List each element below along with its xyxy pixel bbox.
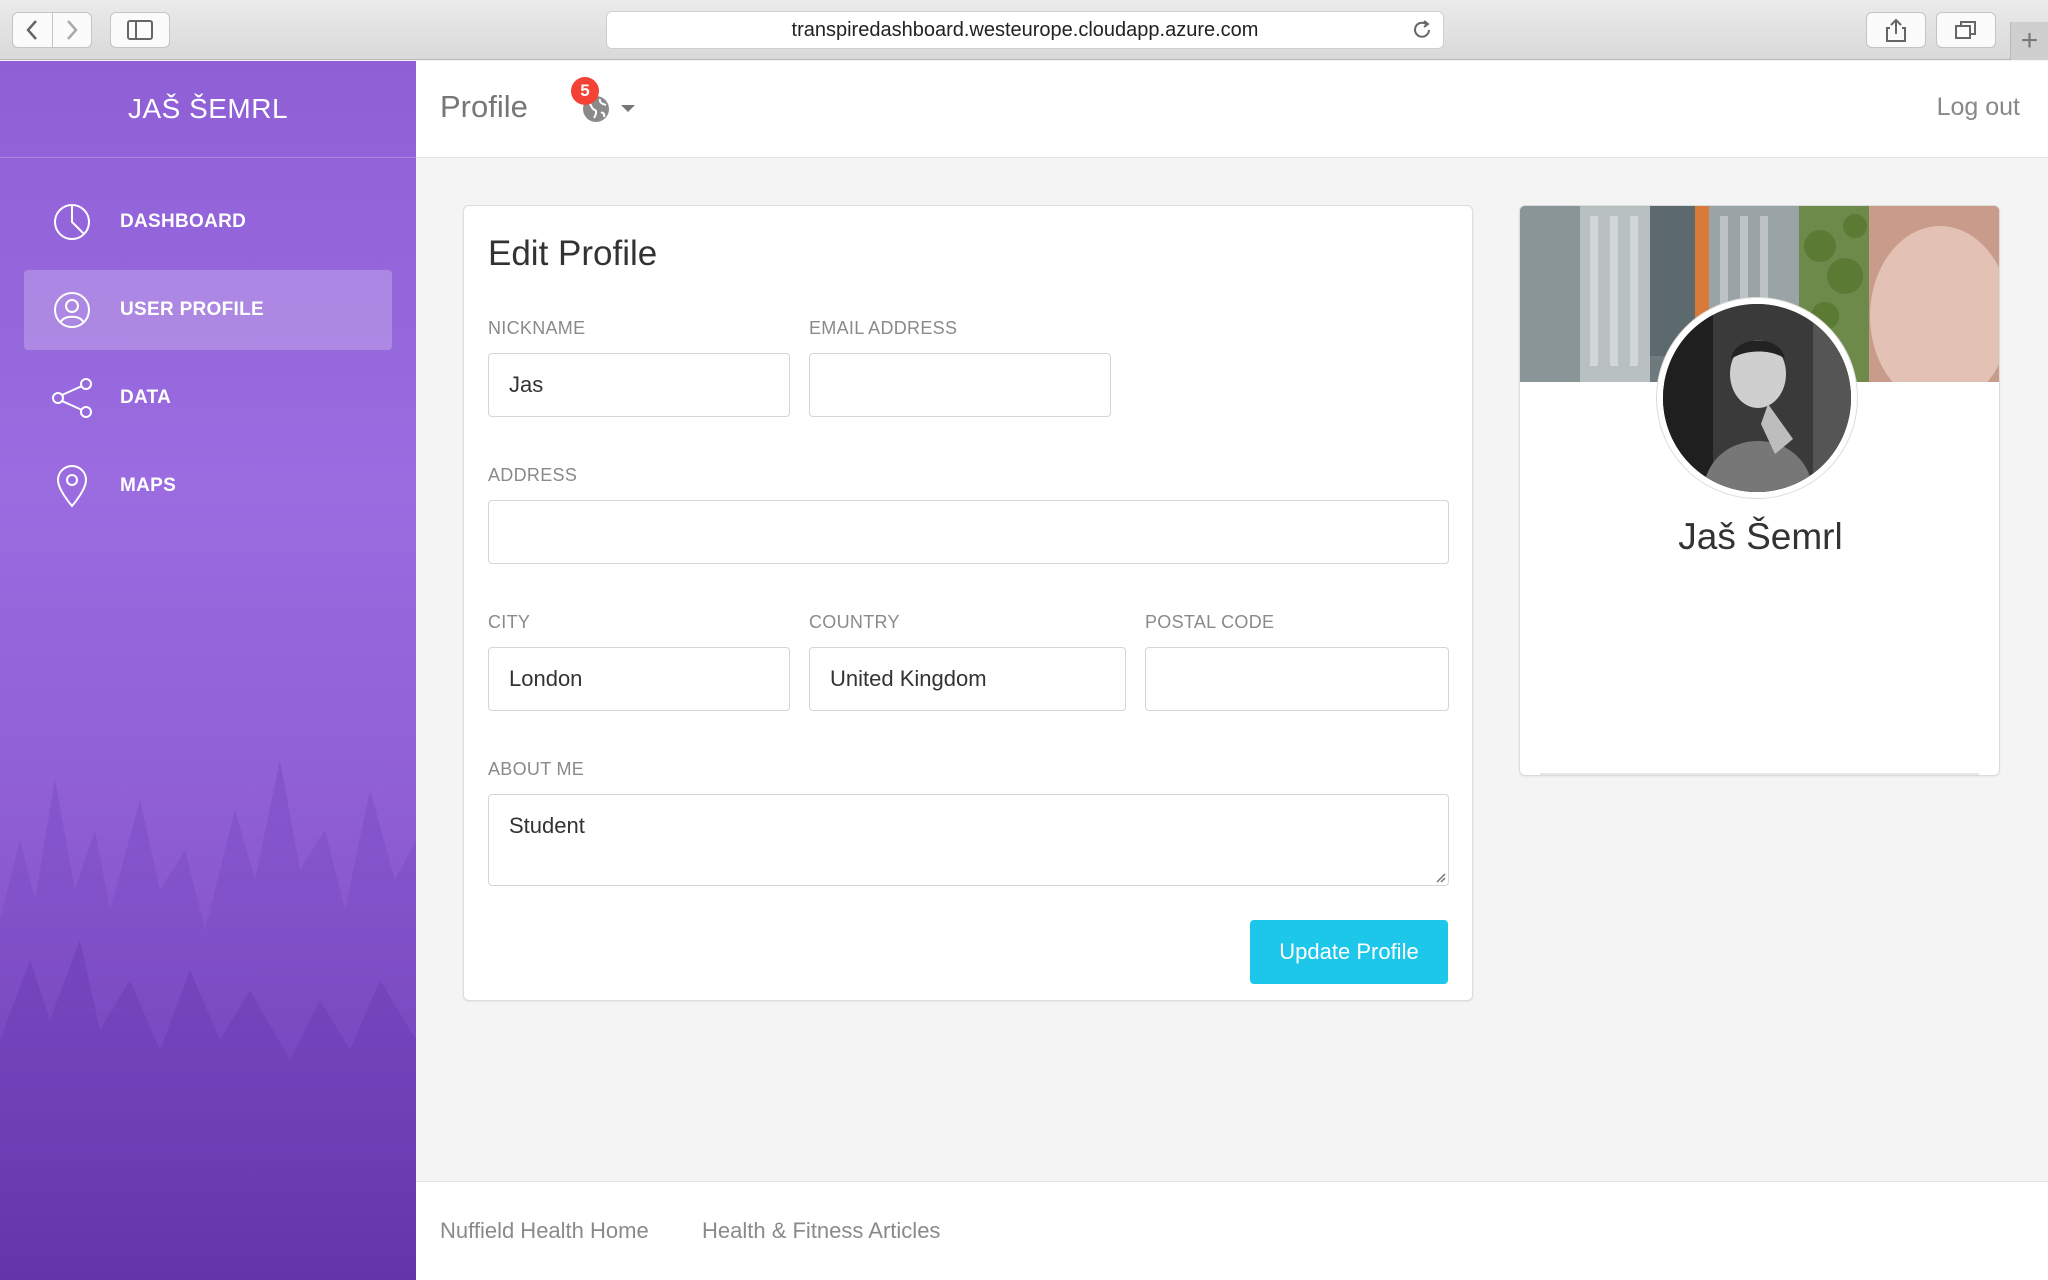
card-title: Edit Profile (488, 234, 658, 273)
chevron-down-icon[interactable] (621, 105, 635, 112)
sidebar-item-user-profile[interactable]: USER PROFILE (24, 270, 392, 350)
map-pin-icon (50, 464, 94, 508)
browser-toolbar: transpiredashboard.westeurope.cloudapp.a… (0, 0, 2048, 60)
top-navbar: Profile 5 Log out (416, 61, 2048, 158)
back-button[interactable] (13, 13, 52, 47)
pie-chart-icon (50, 200, 94, 244)
footer: Nuffield Health Home Health & Fitness Ar… (416, 1181, 2048, 1280)
resize-handle-icon[interactable] (1434, 871, 1446, 883)
address-bar[interactable]: transpiredashboard.westeurope.cloudapp.a… (606, 11, 1444, 49)
sidebar-item-label: DATA (120, 387, 172, 408)
sidebar: JAŠ ŠEMRL DASHBOARD USER PROFILE DATA MA… (0, 61, 416, 1280)
sidebar-item-data[interactable]: DATA (24, 358, 392, 438)
sidebar-item-dashboard[interactable]: DASHBOARD (24, 182, 392, 262)
nickname-label: NICKNAME (488, 318, 586, 338)
plus-icon: + (2020, 24, 2039, 57)
card-divider (1540, 773, 1979, 775)
notification-badge: 5 (571, 77, 599, 105)
share-button[interactable] (1866, 12, 1926, 48)
sidebar-toggle-button[interactable] (110, 12, 170, 48)
about-me-textarea[interactable]: Student (488, 794, 1449, 886)
email-label: EMAIL ADDRESS (809, 318, 958, 338)
email-field[interactable] (809, 353, 1111, 417)
postal-code-field[interactable] (1145, 647, 1449, 711)
logout-link[interactable]: Log out (1937, 93, 2020, 122)
sidebar-menu: DASHBOARD USER PROFILE DATA MAPS (0, 158, 416, 558)
city-label: CITY (488, 612, 531, 632)
tabs-icon (1955, 21, 1976, 39)
avatar (1657, 298, 1857, 498)
sidebar-item-label: USER PROFILE (120, 299, 265, 320)
share-icon (1886, 18, 1906, 42)
reload-icon[interactable] (1411, 19, 1433, 41)
new-tab-button[interactable]: + (2010, 22, 2048, 60)
city-field[interactable]: London (488, 647, 790, 711)
show-tabs-button[interactable] (1936, 12, 1996, 48)
about-me-text: Student (509, 813, 585, 838)
nickname-field[interactable]: Jas (488, 353, 790, 417)
brand-title[interactable]: JAŠ ŠEMRL (0, 61, 416, 158)
country-label: COUNTRY (809, 612, 900, 632)
chevron-right-icon (66, 20, 78, 40)
about-me-label: ABOUT ME (488, 759, 585, 779)
url-text: transpiredashboard.westeurope.cloudapp.a… (791, 18, 1259, 41)
user-icon (50, 288, 94, 332)
footer-link-home[interactable]: Nuffield Health Home (440, 1218, 649, 1244)
sidebar-item-maps[interactable]: MAPS (24, 446, 392, 526)
footer-link-articles[interactable]: Health & Fitness Articles (702, 1218, 940, 1244)
sidebar-item-label: MAPS (120, 475, 177, 496)
page-title: Profile (440, 89, 528, 124)
postal-code-label: POSTAL CODE (1145, 612, 1275, 632)
address-field[interactable] (488, 500, 1449, 564)
sidebar-item-label: DASHBOARD (120, 211, 247, 232)
country-field[interactable]: United Kingdom (809, 647, 1126, 711)
user-profile-card: Jaš Šemrl (1519, 205, 2000, 776)
sidebar-icon (127, 20, 153, 40)
forest-background-image (0, 720, 416, 1280)
share-icon (50, 376, 94, 420)
avatar-photo (1663, 304, 1851, 492)
update-profile-button[interactable]: Update Profile (1250, 920, 1448, 984)
edit-profile-card: Edit Profile NICKNAME Jas EMAIL ADDRESS … (463, 205, 1473, 1001)
profile-name: Jaš Šemrl (1678, 516, 1843, 557)
address-label: ADDRESS (488, 465, 578, 485)
history-nav (12, 12, 92, 48)
forward-button[interactable] (51, 13, 92, 47)
chevron-left-icon (26, 20, 38, 40)
